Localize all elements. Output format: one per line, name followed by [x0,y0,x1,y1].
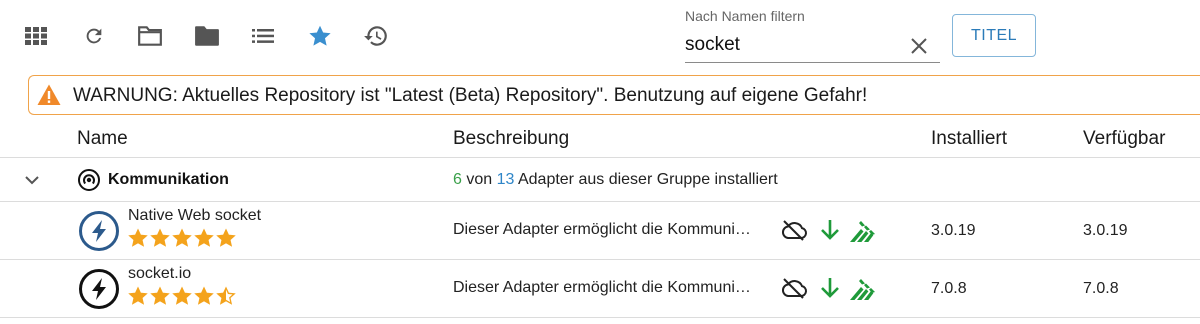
adapter-description: Dieser Adapter ermöglicht die Kommuni… [453,279,751,296]
filter-label: Nach Namen filtern [685,8,805,24]
rating-star-icon [194,228,214,248]
chevron-down-icon[interactable] [22,170,42,190]
adapter-row[interactable]: Native Web socket Dieser Adapter ermögli… [0,202,1200,260]
warning-text: WARNUNG: Aktuelles Repository ist "Lates… [73,85,868,106]
filter-input[interactable] [685,32,905,58]
rating-star-icon [128,286,148,306]
name-filter: Nach Namen filtern [685,0,940,64]
rating-star-icon [128,228,148,248]
adapter-logo-icon [78,210,120,252]
rating-star-icon [216,228,236,248]
rating-star-icon [150,228,170,248]
close-icon[interactable] [907,34,931,58]
download-arrow-icon[interactable] [816,216,844,244]
group-installed-count: 6 [453,171,462,188]
available-version: 7.0.8 [1083,280,1119,297]
adapter-name: Native Web socket [128,207,262,224]
filter-underline [685,62,940,63]
next-row-edge [0,318,1200,324]
adapter-name: socket.io [128,265,192,282]
available-version: 3.0.19 [1083,222,1128,239]
toolbar: Nach Namen filtern TITEL [0,0,1200,66]
title-button[interactable]: TITEL [952,14,1036,57]
adapter-rating [128,286,236,308]
adapter-logo-icon [78,268,120,310]
installed-version: 7.0.8 [931,280,967,297]
cloud-off-icon[interactable] [780,216,808,244]
column-available[interactable]: Verfügbar [1083,128,1165,150]
column-description[interactable]: Beschreibung [453,128,569,150]
cloud-off-icon[interactable] [780,274,808,302]
group-summary: 6 von 13 Adapter aus dieser Gruppe insta… [453,171,778,189]
installed-stats-icon[interactable] [848,274,876,302]
rating-star-icon [194,286,214,306]
group-of-text: von [466,171,493,188]
rating-star-icon [172,228,192,248]
column-name[interactable]: Name [77,128,128,150]
installed-version: 3.0.19 [931,222,976,239]
group-total-count: 13 [496,171,515,188]
repository-warning: WARNUNG: Aktuelles Repository ist "Lates… [28,75,1200,115]
update-history-icon[interactable] [362,22,390,50]
rating-star-icon [150,286,170,306]
installed-stats-icon[interactable] [848,216,876,244]
group-row: Kommunikation 6 von 13 Adapter aus diese… [0,158,1200,202]
warning-icon [37,84,61,106]
group-summary-suffix: Adapter aus dieser Gruppe installiert [517,171,778,188]
rating-star-icon [216,286,236,306]
table-header: Name Beschreibung Installiert Verfügbar [0,116,1200,158]
star-icon[interactable] [306,22,334,50]
adapter-row[interactable]: socket.io Dieser Adapter ermöglicht die … [0,260,1200,318]
adapter-description: Dieser Adapter ermöglicht die Kommuni… [453,221,751,238]
list-icon[interactable] [249,22,277,50]
grid-icon[interactable] [22,22,50,50]
download-arrow-icon[interactable] [816,274,844,302]
folder-filled-icon[interactable] [193,22,221,50]
rating-star-icon [172,286,192,306]
adapter-rating [128,228,236,250]
group-name: Kommunikation [108,171,229,188]
column-installed[interactable]: Installiert [931,128,1007,150]
folder-outline-icon[interactable] [136,22,164,50]
broadcast-icon [77,168,101,192]
refresh-icon[interactable] [80,22,108,50]
